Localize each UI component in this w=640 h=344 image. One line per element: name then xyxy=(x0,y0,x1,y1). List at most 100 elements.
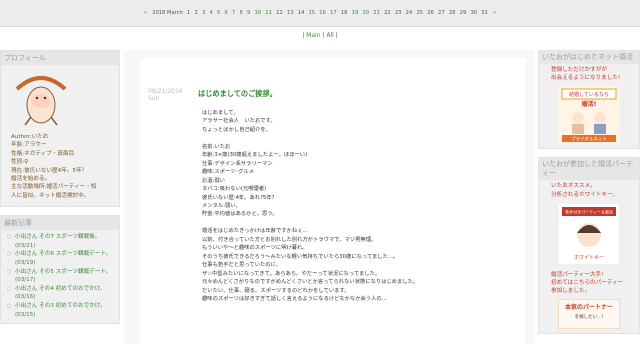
post-body-line: メンタル:弱い。 xyxy=(202,202,241,209)
recent-post-link[interactable]: 小出さん その7 スポーツ観戦後。(03/21) xyxy=(1,233,119,250)
ad-bridal-text: 登録しただけかすがが出会えるようになりました! xyxy=(539,64,639,84)
calendar-day-3[interactable]: 3 xyxy=(202,10,205,16)
calendar-day-4[interactable]: 4 xyxy=(210,10,213,16)
profile-line: Author:いたお xyxy=(11,134,49,140)
recent-post-link[interactable]: 小出さん その4 初めてのおでかけ。(03/16) xyxy=(1,285,119,302)
recent-post-link[interactable]: 小出さん その3 初めてのおでかけ。(03/15) xyxy=(1,302,119,319)
calendar-day-8[interactable]: 8 xyxy=(240,10,243,16)
recent-post-link[interactable]: 小出さん その5 スポーツ観戦デート。(03/17) xyxy=(1,268,119,285)
banner-line1: 結婚しているなら xyxy=(569,91,609,98)
post-body-line: タバコ:吸わない(元喫煙者) xyxy=(202,186,267,193)
calendar-prev-link[interactable]: « xyxy=(144,10,147,16)
calendar-day-23: 23 xyxy=(394,10,402,16)
calendar-day-7[interactable]: 7 xyxy=(232,10,235,16)
calendar-day-12: 12 xyxy=(276,10,283,16)
calendar-day-19[interactable]: 19 xyxy=(352,10,359,16)
banner-line2: 婚活! xyxy=(581,100,597,108)
left-sidebar: プロフィール Author:いたお 年齢:アラサー 性格:ネガティブ・真面目 性別:♀… xyxy=(0,50,120,332)
blog-post: 08/21/2016 Sun はじめましてのご挨拶。 はじめまして。アラサー社会… xyxy=(140,58,525,344)
post-body-line: だいたい、仕事、寝る、スポーツするのどれかをしています。 xyxy=(202,287,350,294)
sidebar-text-line: 出会えるようになりました! xyxy=(551,75,621,82)
post-weekday-text: Sun xyxy=(148,95,160,102)
ad-party-heading: いたおが参加した婚活パーティー xyxy=(539,158,639,181)
post-body-line: 趣味のスポーツは好きすぎて話しく言えるようになるけどなかなか会う人の… xyxy=(202,295,388,302)
calendar-day-29: 29 xyxy=(459,10,467,16)
calendar-day-18: 18 xyxy=(340,10,348,16)
post-body-line: 以前、付き合っていた方とお別れした別れ方がトラウマで、マジ男無理。 xyxy=(202,236,377,243)
ad-box-bridal: いたおがはじめたネット婚活 登録しただけかすがが出会えるようになりました! 結婚… xyxy=(538,50,640,150)
bridal-net-banner[interactable]: 結婚しているなら 婚活! ブライダルネット xyxy=(558,86,620,145)
recent-posts-heading: 最新記事 xyxy=(1,216,119,231)
calendar-day-17[interactable]: 17 xyxy=(330,10,337,16)
profile-line: 性別:♀ xyxy=(11,159,29,166)
profile-avatar-image xyxy=(11,69,71,131)
profile-heading: プロフィール xyxy=(1,51,119,65)
profile-box: プロフィール Author:いたお 年齢:アラサー 性格:ネガティブ・真面目 性別:♀… xyxy=(0,50,120,208)
calendar-day-20[interactable]: 20 xyxy=(362,10,369,16)
post-body-line xyxy=(202,219,502,227)
post-body-line: お酒:弱い xyxy=(202,177,225,184)
calendar-day-14: 14 xyxy=(297,10,305,16)
calendar-day-10[interactable]: 10 xyxy=(255,10,262,16)
banner2-line2: を探したい…! xyxy=(575,313,604,320)
calendar-day-6[interactable]: 6 xyxy=(225,10,228,16)
post-date-text: 08/21/2016 xyxy=(148,88,183,95)
calendar-day-2: 2 xyxy=(194,10,198,16)
profile-line: 人に皆似。ネット婚活検討中。 xyxy=(11,192,90,199)
post-body-line: 貯金:平均値はあるかと。思う。 xyxy=(202,211,278,218)
profile-line: 婚活を始める。 xyxy=(11,176,51,183)
calendar-day-11[interactable]: 11 xyxy=(265,10,272,16)
ad-box-party: いたおが参加した婚活パーティー いたおオススメ。 分析されるホワイトキー。 条件付… xyxy=(538,157,640,335)
post-body-line: 趣味:スポーツ･グルメ xyxy=(202,169,254,176)
post-body-line: 彼氏いない歴:4年。あれ?5年? xyxy=(202,194,275,201)
calendar-day-15[interactable]: 15 xyxy=(308,10,315,16)
calendar-day-5[interactable]: 5 xyxy=(217,10,220,16)
calendar-day-9[interactable]: 9 xyxy=(247,10,250,16)
profile-line: 主な活動場所:婚活パーティー・知 xyxy=(11,184,97,191)
calendar-day-31: 31 xyxy=(481,10,488,16)
post-body-line xyxy=(202,134,502,142)
sidebar-text-line: 登録しただけかすがが xyxy=(551,67,607,73)
sidebar-text-line: いたおオススメ。 xyxy=(551,183,596,190)
post-body-line: はじめまして。 xyxy=(202,110,239,116)
top-nav: | Main | All | xyxy=(0,32,640,39)
calendar-day-24: 24 xyxy=(405,10,413,16)
banner2-line1: 本気のパートナー xyxy=(565,303,613,311)
recent-post-link[interactable]: 小出さん その6 スポーツ観戦デート。(03/19) xyxy=(1,250,119,267)
ad-party-text: いたおオススメ。 分析されるホワイトキー。 xyxy=(539,180,639,200)
recent-posts-box: 最新記事 小出さん その7 スポーツ観戦後。(03/21)小出さん その6 スポ… xyxy=(0,215,120,325)
post-date: 08/21/2016 Sun xyxy=(148,88,183,102)
calendar-day-16[interactable]: 16 xyxy=(319,10,326,16)
sidebar-text-line: 婚活パーティー大手！ xyxy=(551,271,607,278)
calendar-bar: «2018 March 1 2 3 4 5 6 7 8 9 10 11 12 13 14 15 16 17 18 19… xyxy=(0,0,640,27)
profile-line: 年齢:アラサー xyxy=(11,142,47,149)
profile-line: 現在:彼氏いない歴4年。5年？ xyxy=(11,167,88,174)
partner-banner[interactable]: 本気のパートナー を探したい…! xyxy=(558,299,620,330)
calendar-month-label: 2018 March xyxy=(152,10,183,16)
whitekey-banner[interactable]: 条件付きパーティー＆婚活 ホワイトキー xyxy=(558,202,620,265)
ad-bridal-heading: いたおがはじめたネット婚活 xyxy=(539,51,639,64)
post-body-line: 年齢:3×歳(30歳超えましたよー。ほほーい) xyxy=(202,152,308,159)
calendar-day-28: 28 xyxy=(448,10,456,16)
right-sidebar: いたおがはじめたネット婚活 登録しただけかすがが出会えるようになりました! 結婚… xyxy=(538,50,640,342)
calendar-next-link[interactable]: » xyxy=(493,10,496,16)
banner-caption: 条件付きパーティー＆婚活 xyxy=(565,208,613,214)
calendar-day-30: 30 xyxy=(470,10,478,16)
calendar-day-26: 26 xyxy=(427,10,434,16)
calendar-day-21[interactable]: 21 xyxy=(373,10,380,16)
post-body-line: 名前:いたお xyxy=(202,143,231,150)
post-body-line: 婚活をはじめたきっかけは年齢ですかねぇ… xyxy=(202,228,308,235)
post-body-line: そのうち彼氏できるだろう～みたいな軽い気持ちでいたら30歳になってました…。 xyxy=(202,253,399,260)
recent-posts-list: 小出さん その7 スポーツ観戦後。(03/21)小出さん その6 スポーツ観戦デ… xyxy=(1,230,119,323)
post-body-line: もういいや～と趣味のスポーツに明け暮れ。 xyxy=(202,245,308,252)
calendar-day-13[interactable]: 13 xyxy=(287,10,294,16)
calendar-day-25: 25 xyxy=(416,10,424,16)
nav-main-link[interactable]: Main xyxy=(306,32,320,39)
sidebar-text-line: 分析されるホワイトキー。 xyxy=(551,191,619,198)
nav-separator: | xyxy=(322,32,325,39)
post-title[interactable]: はじめましてのご挨拶。 xyxy=(198,89,277,99)
nav-all-link[interactable]: All xyxy=(326,32,333,39)
post-body: はじめまして。 アラサー社会人 いたおです。 ちょっとばかし自己紹介を。 名前:いた… xyxy=(202,109,502,303)
post-body-line: アラサー社会人 いたおです。 xyxy=(202,118,276,125)
calendar-day-27: 27 xyxy=(438,10,445,16)
